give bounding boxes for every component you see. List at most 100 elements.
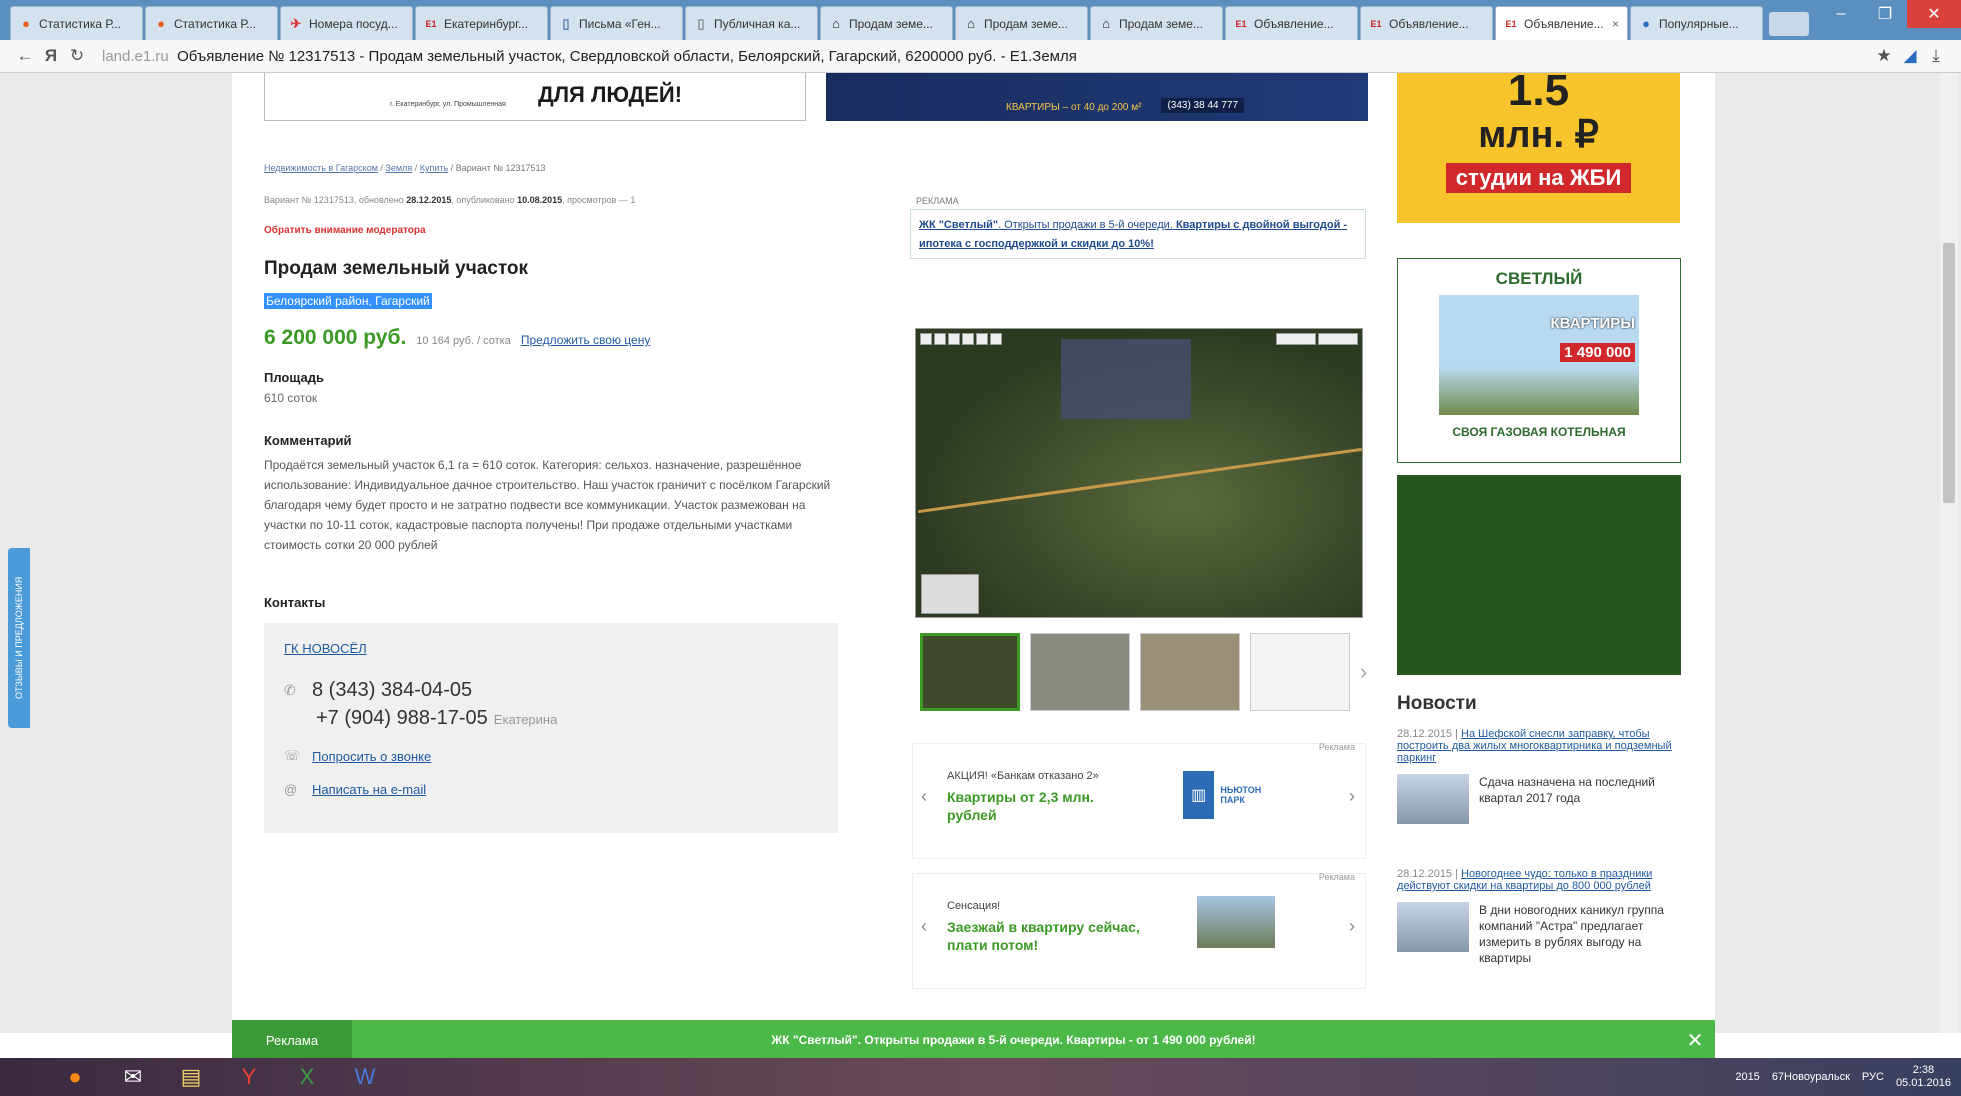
excel-icon[interactable]: X bbox=[282, 1060, 332, 1094]
thumbnail[interactable] bbox=[1250, 633, 1350, 711]
browser-tab[interactable]: E1 Объявление... bbox=[1360, 6, 1493, 40]
right-banner-svetly[interactable]: СВЕТЛЫЙ КВАРТИРЫ 1 490 000 СВОЯ ГАЗОВАЯ … bbox=[1397, 258, 1681, 463]
browser-tab-strip: ● Статистика Р... ● Статистика Р... ✈ Номера … bbox=[0, 0, 1961, 40]
browser-tab[interactable]: ⌂ Продам земе... bbox=[955, 6, 1088, 40]
close-window-icon[interactable]: ✕ bbox=[1907, 0, 1961, 28]
offer-price-link[interactable]: Предложить свою цену bbox=[521, 333, 651, 347]
browser-tab[interactable]: ● Статистика Р... bbox=[145, 6, 278, 40]
browser-tab[interactable]: ⌂ Продам земе... bbox=[1090, 6, 1223, 40]
callback-link[interactable]: Попросить о звонке bbox=[312, 749, 431, 764]
new-tab-button[interactable] bbox=[1769, 12, 1809, 36]
bottom-ad-bar[interactable]: Реклама ЖК "Светлый". Открыты продажи в … bbox=[232, 1020, 1715, 1060]
download-icon[interactable]: ⤓ bbox=[1923, 46, 1949, 66]
browser-tab[interactable]: ▯ Публичная ка... bbox=[685, 6, 818, 40]
news-thumbnail[interactable] bbox=[1397, 902, 1469, 952]
breadcrumb-item[interactable]: Недвижимость в Гагарском bbox=[264, 163, 378, 173]
agency-link[interactable]: ГК НОВОСЁЛ bbox=[284, 641, 367, 656]
e1-logo-icon: E1 bbox=[1505, 18, 1517, 29]
listing-location[interactable]: Белоярский район, Гагарский bbox=[264, 293, 432, 309]
breadcrumb: Недвижимость в Гагарском / Земля / Купит… bbox=[264, 163, 546, 173]
firefox-icon[interactable]: ● bbox=[50, 1060, 100, 1094]
browser-tab[interactable]: E1 Екатеринбург... bbox=[415, 6, 548, 40]
breadcrumb-item[interactable]: Земля bbox=[385, 163, 412, 173]
mail-icon[interactable]: ✉ bbox=[108, 1060, 158, 1094]
callback-icon: ☏ bbox=[284, 748, 301, 763]
tab-label: Статистика Р... bbox=[39, 16, 122, 31]
tab-label: Екатеринбург... bbox=[444, 16, 529, 31]
map-tool-icon[interactable] bbox=[948, 333, 960, 345]
maximize-icon[interactable]: ❐ bbox=[1863, 0, 1907, 28]
map-tool-icon[interactable] bbox=[934, 333, 946, 345]
top-banner-left[interactable]: г. Екатеринбург, ул. Промышленная ДЛЯ ЛЮ… bbox=[264, 73, 806, 121]
browser-tab[interactable]: ✈ Номера посуд... bbox=[280, 6, 413, 40]
tray-lang[interactable]: РУС bbox=[1862, 1071, 1884, 1083]
chevron-left-icon[interactable]: ‹ bbox=[921, 916, 927, 937]
news-thumbnail[interactable] bbox=[1397, 774, 1469, 824]
map-layer-button[interactable] bbox=[1276, 333, 1316, 345]
tab-label: Продам земе... bbox=[849, 16, 933, 31]
tab-label: Продам земе... bbox=[984, 16, 1068, 31]
chevron-right-icon[interactable]: › bbox=[1360, 659, 1367, 685]
map-tool-icon[interactable] bbox=[990, 333, 1002, 345]
email-link[interactable]: Написать на e-mail bbox=[312, 782, 426, 797]
chevron-right-icon[interactable]: › bbox=[1349, 786, 1355, 807]
yandex-logo-icon[interactable]: Я bbox=[38, 46, 64, 66]
minimize-icon[interactable]: – bbox=[1819, 0, 1863, 28]
window-controls: – ❐ ✕ bbox=[1819, 0, 1961, 30]
tray-year: 2015 bbox=[1735, 1071, 1760, 1083]
tray-folder[interactable]: 67Новоуральск bbox=[1772, 1071, 1850, 1083]
tray-clock[interactable]: 2:38 05.01.2016 bbox=[1896, 1064, 1951, 1090]
map-layer-button[interactable] bbox=[1318, 333, 1358, 345]
contacts-label: Контакты bbox=[264, 595, 326, 610]
news-item: 28.12.2015 | На Шефской снесли заправку,… bbox=[1397, 728, 1687, 824]
promo-line1: АКЦИЯ! «Банкам отказано 2» bbox=[947, 770, 1099, 782]
blue-square-icon: ● bbox=[1642, 15, 1650, 31]
minimap[interactable] bbox=[921, 574, 979, 614]
map-tool-icon[interactable] bbox=[920, 333, 932, 345]
text-ad[interactable]: ЖК "Светлый". Открыты продажи в 5-й очер… bbox=[910, 209, 1366, 259]
star-icon[interactable]: ★ bbox=[1871, 46, 1897, 66]
thumbnail[interactable] bbox=[920, 633, 1020, 711]
url-field[interactable]: land.e1.ru Объявление № 12317513 - Прода… bbox=[102, 48, 1871, 65]
moderator-link[interactable]: Обратить внимание модератора bbox=[264, 225, 426, 236]
tab-label: Объявление... bbox=[1389, 16, 1469, 31]
browser-tab[interactable]: ⌂ Продам земе... bbox=[820, 6, 953, 40]
top-banner-right[interactable]: КВАРТИРЫ – от 40 до 200 м² (343) 38 44 7… bbox=[826, 73, 1368, 121]
breadcrumb-item[interactable]: Купить bbox=[420, 163, 448, 173]
right-banner-studios[interactable]: 1.5 млн. ₽ студии на ЖБИ bbox=[1397, 73, 1680, 223]
thumbnail[interactable] bbox=[1140, 633, 1240, 711]
sync-icon[interactable]: ◢ bbox=[1897, 46, 1923, 66]
browser-tab[interactable]: ● Популярные... bbox=[1630, 6, 1763, 40]
promo-card[interactable]: Реклама ‹ АКЦИЯ! «Банкам отказано 2» Ква… bbox=[912, 742, 1366, 859]
back-arrow-icon[interactable]: ← bbox=[12, 46, 38, 66]
browser-tab[interactable]: ▯ Письма «Ген... bbox=[550, 6, 683, 40]
browser-tab[interactable]: E1 Объявление... × bbox=[1495, 6, 1628, 40]
listing-title: Продам земельный участок bbox=[264, 258, 529, 279]
tab-list: ● Статистика Р... ● Статистика Р... ✈ Номера … bbox=[10, 6, 1765, 40]
map-tool-icon[interactable] bbox=[962, 333, 974, 345]
page-icon: ▯ bbox=[697, 15, 705, 31]
scrollbar[interactable] bbox=[1940, 73, 1958, 1033]
news-heading: Новости bbox=[1397, 693, 1477, 714]
reload-icon[interactable]: ↻ bbox=[64, 46, 90, 66]
promo-card[interactable]: Реклама ‹ Сенсация! Заезжай в квартиру с… bbox=[912, 872, 1366, 989]
scrollbar-thumb[interactable] bbox=[1943, 243, 1955, 503]
tab-close-icon[interactable]: × bbox=[1612, 17, 1619, 31]
chevron-right-icon[interactable]: › bbox=[1349, 916, 1355, 937]
word-icon[interactable]: W bbox=[340, 1060, 390, 1094]
folder-icon[interactable]: ▤ bbox=[166, 1060, 216, 1094]
feedback-tab[interactable]: ОТЗЫВЫ И ПРЕДЛОЖЕНИЯ bbox=[8, 548, 30, 728]
close-icon[interactable]: ✕ bbox=[1675, 1028, 1715, 1053]
browser-tab[interactable]: E1 Объявление... bbox=[1225, 6, 1358, 40]
map-tool-icon[interactable] bbox=[976, 333, 988, 345]
yandex-browser-icon[interactable]: Y bbox=[224, 1060, 274, 1094]
right-banner-green[interactable] bbox=[1397, 475, 1681, 675]
meta-prefix: Вариант № bbox=[264, 195, 314, 205]
address-bar: ← Я ↻ land.e1.ru Объявление № 12317513 -… bbox=[0, 40, 1961, 73]
thumbnail[interactable] bbox=[1030, 633, 1130, 711]
news-text: В дни новогодних каникул группа компаний… bbox=[1479, 903, 1664, 965]
chevron-left-icon[interactable]: ‹ bbox=[921, 786, 927, 807]
listing-meta: Вариант № 12317513, обновлено 28.12.2015… bbox=[264, 195, 635, 205]
map-view[interactable] bbox=[915, 328, 1363, 618]
browser-tab[interactable]: ● Статистика Р... bbox=[10, 6, 143, 40]
